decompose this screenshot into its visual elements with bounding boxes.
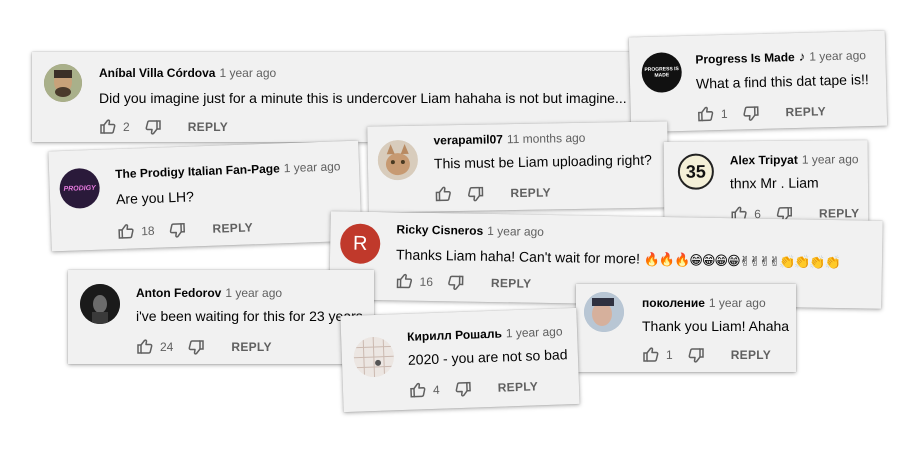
like-count: 1 [666, 348, 673, 362]
like-count: 24 [160, 340, 174, 354]
music-note-icon: ♪ [798, 48, 806, 64]
comment-card: 35 Alex Tripyat 1 year ago thnx Mr . Liam… [663, 140, 869, 230]
comment-card: Кирилл Рошаль 1 year ago 2020 - you are n… [340, 307, 580, 413]
cat-photo-icon [377, 139, 419, 181]
comment-actions: REPLY [434, 183, 551, 203]
thumbs-up-icon[interactable] [136, 338, 154, 356]
avatar[interactable] [80, 284, 120, 324]
thumbs-up-icon[interactable] [117, 222, 136, 241]
like-count: 18 [140, 223, 155, 239]
timestamp[interactable]: 1 year ago [284, 159, 341, 175]
thumbs-up-icon[interactable] [697, 105, 715, 123]
comment-text: Are you LH? [115, 188, 195, 208]
author-name[interactable]: Alex Tripyat 1 year ago [730, 152, 859, 167]
like-count: 2 [123, 120, 130, 134]
comment-actions: 24 REPLY [136, 338, 272, 356]
thumbs-up-icon[interactable] [434, 185, 452, 203]
reply-button[interactable]: REPLY [819, 206, 860, 220]
user-photo-icon [44, 64, 82, 102]
comment-actions: 1 REPLY [697, 102, 827, 123]
comment-text: This must be Liam uploading right? [433, 151, 652, 172]
timestamp[interactable]: 1 year ago [802, 152, 859, 166]
thumbs-down-icon[interactable] [741, 104, 759, 122]
comment-card: verapamil07 11 months ago This must be Li… [367, 121, 669, 213]
timestamp[interactable]: 1 year ago [809, 48, 866, 63]
timestamp[interactable]: 1 year ago [219, 66, 276, 80]
thumbs-down-icon[interactable] [168, 221, 187, 240]
author-name[interactable]: The Prodigy Italian Fan-Page 1 year ago [115, 159, 341, 181]
author-name[interactable]: verapamil07 11 months ago [433, 131, 585, 148]
comment-text: Thanks Liam haha! Can't wait for more! 🔥… [395, 246, 841, 271]
timestamp[interactable]: 1 year ago [709, 296, 766, 310]
comment-card: Anton Fedorov 1 year ago i've been waitin… [68, 270, 374, 364]
author-name[interactable]: Aníbal Villa Córdova 1 year ago [99, 66, 276, 80]
avatar-initial: R [352, 232, 368, 255]
avatar[interactable] [584, 292, 624, 332]
user-photo-icon [584, 292, 624, 332]
thumbs-down-icon[interactable] [687, 346, 705, 364]
thumbs-down-icon[interactable] [144, 118, 162, 136]
thumbs-down-icon[interactable] [453, 380, 472, 399]
thumbs-down-icon[interactable] [447, 273, 465, 291]
avatar[interactable] [353, 336, 395, 378]
avatar[interactable] [377, 139, 419, 181]
comment-card: PROGRESS IS MADE Progress Is Made ♪ 1 year… [628, 30, 888, 133]
comment-text: What a find this dat tape is!! [695, 71, 869, 92]
reply-button[interactable]: REPLY [188, 120, 228, 134]
author-name[interactable]: Anton Fedorov 1 year ago [136, 286, 282, 300]
user-photo-icon [80, 284, 120, 324]
timestamp[interactable]: 1 year ago [506, 324, 563, 340]
author-name[interactable]: Progress Is Made ♪ 1 year ago [695, 47, 866, 66]
avatar[interactable]: R [339, 223, 381, 265]
timestamp[interactable]: 1 year ago [487, 224, 544, 239]
comment-card: PRODIGY The Prodigy Italian Fan-Page 1 ye… [48, 140, 362, 252]
author-name[interactable]: Кирилл Рошаль 1 year ago [407, 324, 563, 343]
avatar[interactable]: PRODIGY [58, 167, 101, 210]
thumbs-up-icon[interactable] [409, 381, 428, 400]
reply-button[interactable]: REPLY [212, 220, 253, 235]
comment-actions: 18 REPLY [117, 218, 253, 241]
like-count: 16 [419, 274, 434, 289]
author-name[interactable]: Ricky Cisneros 1 year ago [396, 222, 544, 239]
comment-actions: 1 REPLY [642, 346, 771, 364]
avatar[interactable]: PROGRESS IS MADE [641, 52, 683, 94]
reply-button[interactable]: REPLY [497, 379, 538, 394]
channel-logo: PROGRESS IS MADE [644, 66, 679, 79]
comment-text: thnx Mr . Liam [729, 174, 819, 192]
thumbs-up-icon[interactable] [642, 346, 660, 364]
comment-actions: 2 REPLY [99, 118, 228, 136]
reply-button[interactable]: REPLY [510, 185, 551, 200]
comment-text: Did you imagine just for a minute this i… [99, 90, 627, 106]
comment-text: i've been waiting for this for 23 years [136, 308, 363, 324]
timestamp[interactable]: 1 year ago [225, 286, 282, 300]
like-count: 1 [720, 106, 728, 121]
emoji-sequence: 🔥🔥🔥😁😁😁😁✌✌✌✌👏👏👏👏 [643, 251, 841, 271]
comment-actions: 4 REPLY [409, 377, 539, 399]
thumbs-up-icon[interactable] [99, 118, 117, 136]
reply-button[interactable]: REPLY [731, 348, 771, 362]
comment-card: поколение 1 year ago Thank you Liam! Ahah… [576, 284, 796, 372]
reply-button[interactable]: REPLY [491, 276, 532, 291]
thumbs-down-icon[interactable] [187, 338, 205, 356]
thumbs-down-icon[interactable] [466, 185, 484, 203]
reply-button[interactable]: REPLY [231, 340, 271, 354]
reply-button[interactable]: REPLY [785, 104, 826, 119]
thumbs-up-icon[interactable] [395, 272, 413, 290]
like-count: 4 [432, 382, 440, 397]
pattern-avatar-icon [353, 336, 395, 378]
channel-logo: 35 [685, 161, 706, 182]
author-name[interactable]: поколение 1 year ago [642, 296, 766, 310]
avatar[interactable]: 35 [677, 153, 715, 190]
comment-text: 2020 - you are not so bad [407, 346, 568, 368]
comment-text: Thank you Liam! Ahaha [642, 318, 790, 334]
avatar[interactable] [44, 64, 82, 102]
channel-logo: PRODIGY [63, 184, 96, 193]
timestamp[interactable]: 11 months ago [507, 131, 586, 146]
comment-actions: 16 REPLY [395, 272, 531, 292]
